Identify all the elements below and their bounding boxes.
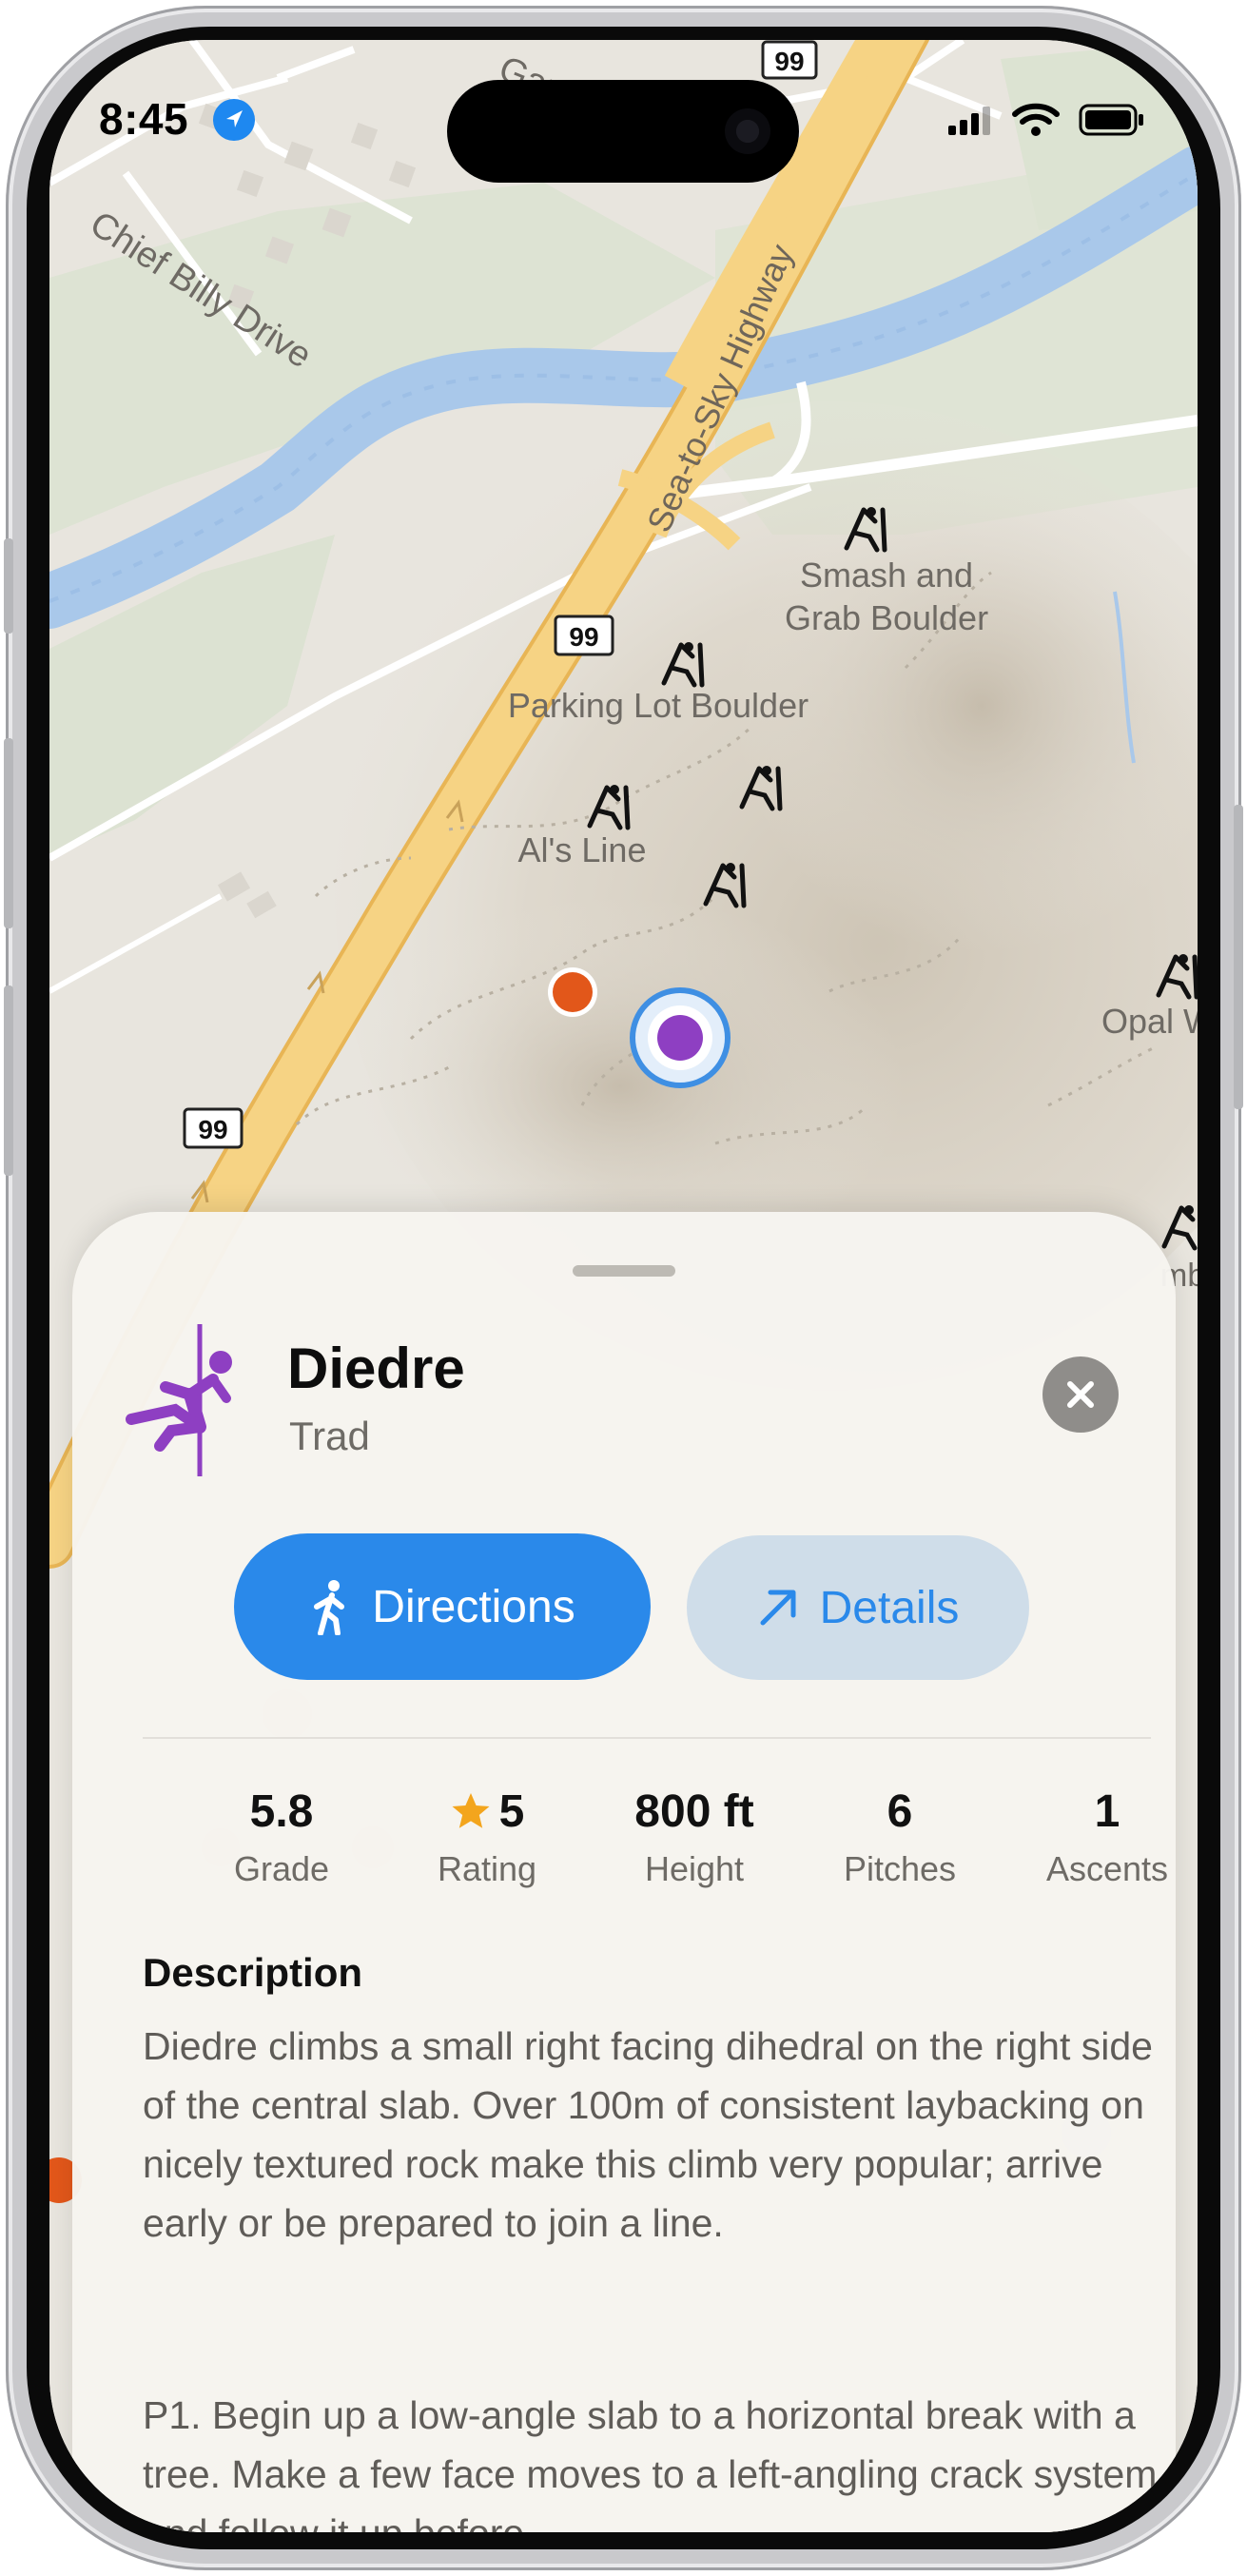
sheet-grabber[interactable] (573, 1265, 675, 1277)
volume-down-button (4, 986, 13, 1176)
divider (143, 1737, 1151, 1739)
poi-label-parking: Parking Lot Boulder (508, 686, 809, 725)
stat-ascents: 1 Ascents (1012, 1783, 1198, 1889)
power-button (1234, 805, 1243, 1109)
stat-value: 5 (392, 1783, 582, 1840)
close-button[interactable] (1042, 1356, 1119, 1433)
svg-text:99: 99 (198, 1115, 227, 1144)
poi-label-opal: Opal W (1101, 1002, 1198, 1041)
wifi-icon (1012, 103, 1060, 136)
stat-label: Rating (437, 1849, 537, 1888)
description-text: Diedre climbs a small right facing dihed… (143, 2024, 1153, 2245)
dynamic-island (447, 80, 799, 183)
battery-icon (1079, 104, 1143, 136)
star-icon (452, 1793, 490, 1828)
stat-rating: 5 Rating (392, 1783, 582, 1889)
walking-icon (314, 1580, 345, 1635)
route-type: Trad (289, 1414, 370, 1458)
stat-value: 800 ft (634, 1786, 754, 1837)
arrow-up-right-icon (760, 1590, 796, 1626)
status-time: 8:45 (99, 94, 189, 144)
stat-grade: 5.8 Grade (186, 1783, 377, 1889)
stat-height: 800 ft Height (599, 1783, 789, 1889)
route-title: Diedre (287, 1337, 465, 1400)
details-button[interactable]: Details (687, 1535, 1029, 1680)
highway-shield: 99 (554, 615, 614, 656)
rappel-climber-icon (122, 1324, 240, 1476)
stat-value: 5.8 (249, 1786, 314, 1837)
stat-label: Height (644, 1849, 745, 1888)
poi-label-smash-2: Grab Boulder (785, 598, 988, 637)
stat-label: Ascents (1045, 1849, 1169, 1888)
stat-label: Pitches (843, 1849, 957, 1888)
status-icons (948, 103, 1148, 137)
stat-value: 1 (1094, 1786, 1120, 1837)
volume-up-button (4, 738, 13, 928)
route-detail-sheet: Diedre Trad Directions Details 5.8 Grade… (72, 1212, 1176, 2532)
action-button (4, 538, 13, 634)
directions-button[interactable]: Directions (234, 1533, 651, 1680)
highway-shield: 99 (183, 1107, 244, 1149)
selected-route-marker[interactable] (630, 987, 731, 1088)
status-bar: 8:45 (49, 40, 1198, 183)
location-arrow-icon (213, 99, 255, 141)
stat-pitches: 6 Pitches (805, 1783, 995, 1889)
cellular-signal-icon (948, 107, 990, 135)
camera-icon (725, 108, 770, 154)
details-label: Details (819, 1582, 960, 1633)
poi-label-als: Al's Line (518, 830, 647, 869)
stat-label: Grade (233, 1849, 330, 1888)
directions-label: Directions (372, 1581, 575, 1632)
screen: Chief Billy Drive Garry Dri Sea-to-Sky H… (49, 40, 1198, 2532)
rating-value: 5 (498, 1786, 525, 1837)
close-icon (1067, 1381, 1094, 1408)
description-pitch-1: P1. Begin up a low-angle slab to a horiz… (143, 2393, 1158, 2532)
route-stats: 5.8 Grade 5 Rating 800 ft Height 6 Pitch… (143, 1783, 1176, 1916)
svg-text:99: 99 (569, 622, 598, 652)
description-heading: Description (143, 1950, 363, 1995)
poi-label-smash: Smash and (800, 556, 973, 595)
stat-value: 6 (887, 1786, 913, 1837)
